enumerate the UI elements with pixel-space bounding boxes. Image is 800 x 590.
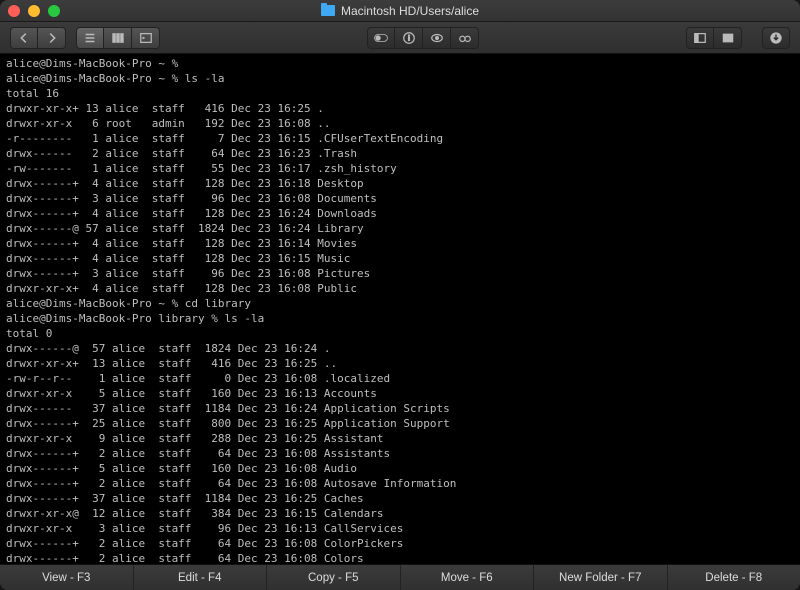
bottom-button-3[interactable]: Move - F6 [401, 565, 535, 590]
folder-icon [321, 5, 335, 16]
binoculars-button[interactable] [451, 27, 479, 49]
right-group-1 [686, 27, 742, 49]
bottom-button-5[interactable]: Delete - F8 [668, 565, 800, 590]
titlebar: Macintosh HD/Users/alice [0, 0, 800, 22]
toggle-button[interactable] [367, 27, 395, 49]
info-button[interactable] [395, 27, 423, 49]
download-button[interactable] [762, 27, 790, 49]
bottom-button-1[interactable]: Edit - F4 [134, 565, 268, 590]
panel-left-button[interactable] [686, 27, 714, 49]
window-title-text: Macintosh HD/Users/alice [341, 4, 479, 18]
close-button[interactable] [8, 5, 20, 17]
bottom-button-4[interactable]: New Folder - F7 [534, 565, 668, 590]
forward-button[interactable] [38, 27, 66, 49]
minimize-button[interactable] [28, 5, 40, 17]
list-view-button[interactable] [76, 27, 104, 49]
app-window: Macintosh HD/Users/alice [0, 0, 800, 590]
center-group [367, 27, 479, 49]
toolbar [0, 22, 800, 54]
bottom-button-0[interactable]: View - F3 [0, 565, 134, 590]
bottom-bar: View - F3Edit - F4Copy - F5Move - F6New … [0, 564, 800, 590]
nav-group [10, 27, 66, 49]
preview-button[interactable] [423, 27, 451, 49]
panel-right-button[interactable] [714, 27, 742, 49]
bottom-button-2[interactable]: Copy - F5 [267, 565, 401, 590]
back-button[interactable] [10, 27, 38, 49]
terminal-view-button[interactable] [132, 27, 160, 49]
column-view-button[interactable] [104, 27, 132, 49]
window-controls [8, 5, 60, 17]
maximize-button[interactable] [48, 5, 60, 17]
window-title: Macintosh HD/Users/alice [0, 4, 800, 18]
view-group [76, 27, 160, 49]
terminal-output[interactable]: alice@Dims-MacBook-Pro ~ % alice@Dims-Ma… [0, 54, 800, 564]
